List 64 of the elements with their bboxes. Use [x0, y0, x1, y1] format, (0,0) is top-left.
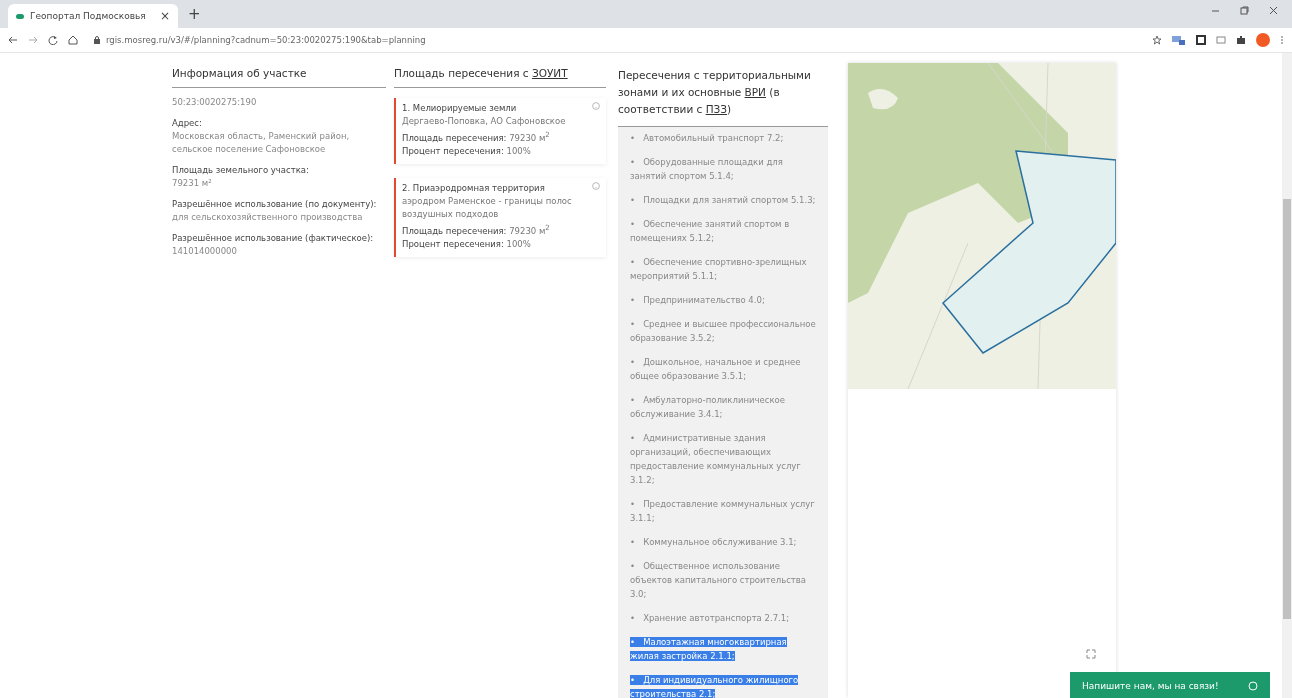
- list-item: • Для индивидуального жилищного строительства 2.1;: [630, 674, 800, 698]
- field-label: Площадь земельного участка:: [172, 164, 310, 177]
- list-item: • Административные здания организаций, обеспечивающих предоставление коммунальных услуг 3.1.2;: [630, 432, 802, 487]
- field-value: для сельскохозяйственного производства: [172, 211, 364, 224]
- zone-name: 1. Мелиорируемые земли: [402, 102, 518, 115]
- percent-label: Процент пересечения:: [402, 238, 504, 249]
- scrollbar[interactable]: [1282, 53, 1292, 698]
- list-item: • Автомобильный транспорт 7.2;: [630, 132, 785, 145]
- section-title: Площадь пересечения с: [394, 67, 530, 79]
- close-tab-button[interactable]: ×: [159, 9, 170, 23]
- list-item: • Площадки для занятий спортом 5.1.3;: [630, 194, 817, 207]
- list-item: • Обеспечение занятий спортом в помещениях 5.1.2;: [630, 218, 791, 245]
- zone-name: 2. Приаэродромная территория: [402, 181, 546, 195]
- home-icon[interactable]: [68, 35, 78, 45]
- percent-value: 100%: [506, 238, 531, 249]
- square-icon[interactable]: [1196, 35, 1206, 45]
- field-value: Московская область, Раменский район, сельское поселение Сафоновское: [172, 130, 351, 156]
- list-item: • Коммунальное обслуживание 3.1;: [630, 536, 798, 549]
- field-label: Разрешённое использование (фактическое):: [172, 232, 375, 245]
- field-value: 79231 м²: [172, 177, 213, 190]
- avatar[interactable]: [1256, 33, 1270, 47]
- star-icon[interactable]: [1152, 35, 1162, 45]
- percent-label: Процент пересечения:: [402, 145, 504, 156]
- chat-button[interactable]: Напишите нам, мы на связи!: [1070, 672, 1270, 698]
- section-title: Информация об участке: [172, 67, 386, 88]
- menu-icon[interactable]: [1280, 35, 1284, 45]
- back-icon[interactable]: [8, 35, 18, 45]
- area-label: Площадь пересечения:: [402, 225, 507, 236]
- list-item: • Обеспечение спортивно-зрелищных мероприятий 5.1.1;: [630, 256, 808, 283]
- list-item: • Дошкольное, начальное и среднее общее образование 3.5.1;: [630, 356, 802, 383]
- extension-icon[interactable]: [1172, 35, 1186, 45]
- new-tab-button[interactable]: +: [188, 5, 201, 23]
- forward-icon[interactable]: [28, 35, 38, 45]
- list-item: • Предпринимательство 4.0;: [630, 294, 766, 307]
- favicon-icon: [16, 13, 24, 19]
- list-item: • Амбулаторно-поликлиническое обслуживание 3.4.1;: [630, 394, 786, 421]
- percent-value: 100%: [506, 145, 531, 156]
- cadastral-number: 50:23:0020275:190: [172, 96, 258, 109]
- vri-link[interactable]: ВРИ: [744, 86, 766, 98]
- field-label: Адрес:: [172, 117, 203, 130]
- cast-icon[interactable]: [1216, 35, 1226, 45]
- chat-bubble-icon: [1248, 681, 1258, 691]
- list-item: • Общественное использование объектов капитального строительства 3.0;: [630, 560, 808, 601]
- area-label: Площадь пересечения:: [402, 132, 507, 143]
- lock-icon: [94, 36, 100, 44]
- list-item: • Предоставление коммунальных услуг 3.1.1;: [630, 498, 816, 525]
- list-item: • Среднее и высшее профессиональное образование 3.5.2;: [630, 318, 817, 345]
- fullscreen-icon[interactable]: [1086, 649, 1096, 659]
- zone-detail: аэродром Раменское - границы полос воздушных подходов: [402, 194, 573, 221]
- browser-tab[interactable]: Геопортал Подмосковья ×: [8, 4, 178, 28]
- list-item: • Оборудованные площадки для занятий спортом 5.1.4;: [630, 156, 784, 183]
- puzzle-icon[interactable]: [1236, 35, 1246, 45]
- list-item: • Малоэтажная многоквартирная жилая застройка 2.1.1;: [630, 636, 788, 663]
- area-value: 79230 м$^{2}$: [509, 132, 550, 143]
- area-value: 79230 м$^{2}$: [509, 225, 550, 236]
- list-item: • Хранение автотранспорта 2.7.1;: [630, 612, 790, 625]
- field-value: 141014000000: [172, 245, 238, 258]
- restore-icon[interactable]: [1240, 5, 1249, 15]
- field-label: Разрешённое использование (по документу):: [172, 198, 378, 211]
- zouit-link[interactable]: ЗОУИТ: [531, 67, 568, 79]
- url-text: rgis.mosreg.ru/v3/#/planning?cadnum=50:23:0020275:190&tab=planning: [106, 35, 426, 45]
- zone-detail: Дергаево-Поповка, АО Сафоновское: [402, 115, 567, 128]
- close-icon[interactable]: [1269, 5, 1278, 15]
- reload-icon[interactable]: [48, 35, 58, 45]
